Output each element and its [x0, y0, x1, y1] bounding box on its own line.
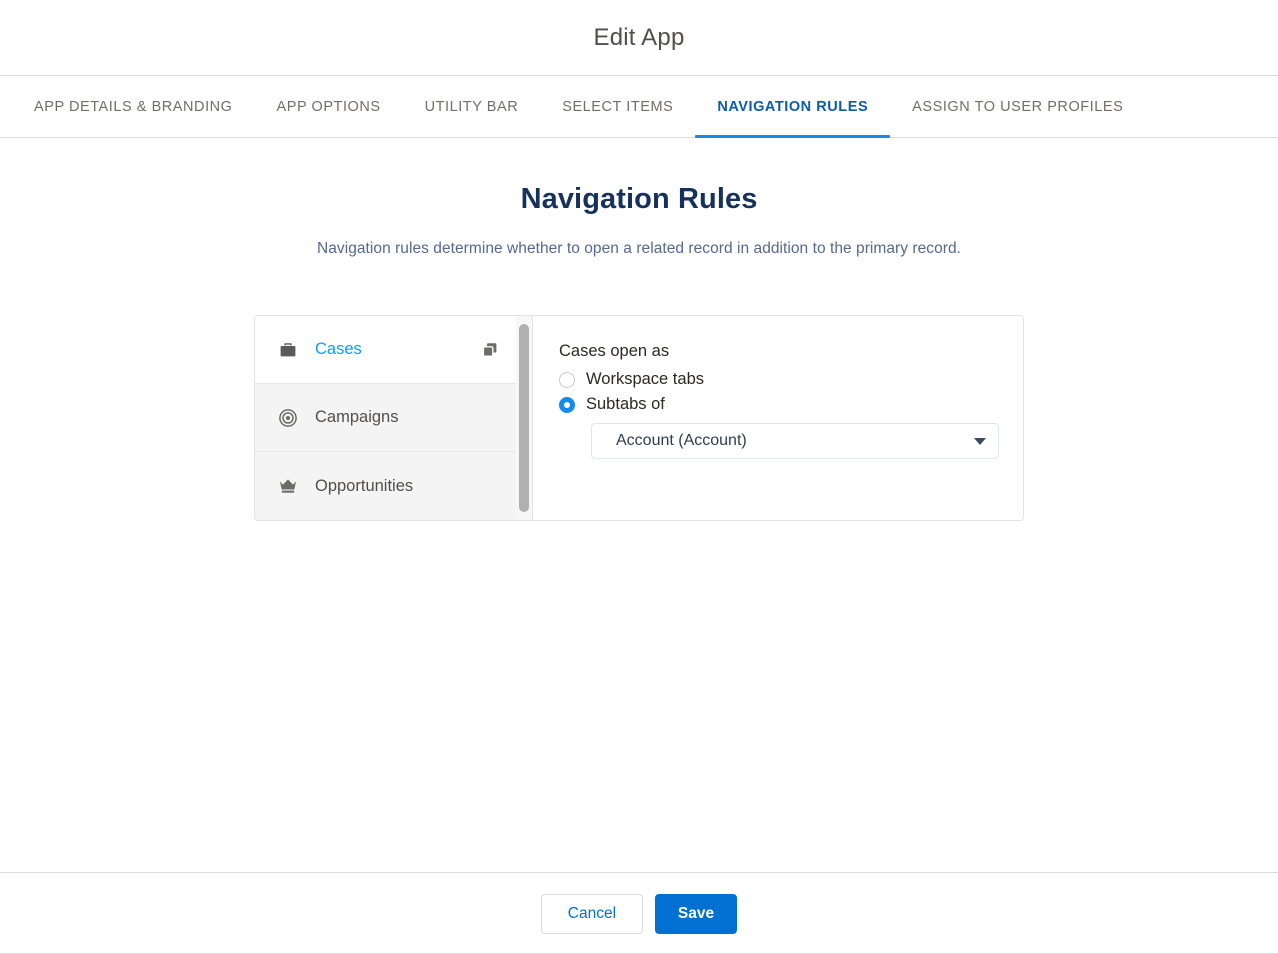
- chevron-down-icon: [974, 437, 986, 445]
- modal-body: Navigation Rules Navigation rules determ…: [0, 139, 1278, 872]
- radio-label: Workspace tabs: [586, 370, 704, 388]
- list-item-cases[interactable]: Cases: [255, 316, 516, 384]
- modal-footer: Cancel Save: [0, 872, 1278, 954]
- radio-mark-unchecked[interactable]: [559, 371, 575, 388]
- tab-app-details-branding[interactable]: APP DETAILS & BRANDING: [34, 76, 255, 137]
- tab-label: APP DETAILS & BRANDING: [34, 98, 233, 115]
- tab-utility-bar[interactable]: UTILITY BAR: [403, 76, 541, 137]
- tab-label: SELECT ITEMS: [562, 98, 674, 115]
- navigation-rules-panel: Cases Campaigns Opportunities Cases open…: [254, 315, 1024, 521]
- parent-object-select[interactable]: Account (Account): [591, 423, 999, 459]
- tab-app-options[interactable]: APP OPTIONS: [255, 76, 403, 137]
- tab-label: UTILITY BAR: [424, 98, 519, 115]
- tab-label: NAVIGATION RULES: [717, 98, 869, 115]
- parent-object-select-value: Account (Account): [616, 432, 747, 449]
- list-item-label: Cases: [315, 340, 362, 358]
- page-title: Edit App: [593, 23, 685, 51]
- object-list-container: Cases Campaigns Opportunities: [255, 316, 533, 520]
- tab-label: APP OPTIONS: [276, 98, 381, 115]
- target-icon: [277, 407, 299, 429]
- scrollbar-thumb[interactable]: [519, 324, 529, 512]
- object-list: Cases Campaigns Opportunities: [255, 316, 516, 520]
- save-button[interactable]: Save: [654, 893, 738, 934]
- rule-detail-pane: Cases open as Workspace tabs Subtabs of …: [533, 316, 1023, 520]
- briefcase-icon: [277, 339, 299, 361]
- radio-mark-checked[interactable]: [559, 396, 575, 413]
- list-item-label: Campaigns: [315, 408, 399, 426]
- copy-icon[interactable]: [480, 340, 500, 360]
- radio-label: Subtabs of: [586, 395, 665, 413]
- radio-subtabs-of[interactable]: Subtabs of: [559, 395, 999, 414]
- cancel-button[interactable]: Cancel: [540, 893, 643, 934]
- list-item-label: Opportunities: [315, 476, 414, 495]
- tab-assign-to-user-profiles[interactable]: ASSIGN TO USER PROFILES: [890, 76, 1145, 137]
- tab-label: ASSIGN TO USER PROFILES: [912, 98, 1124, 115]
- section-description: Navigation rules determine whether to op…: [317, 240, 961, 257]
- list-item-opportunities[interactable]: Opportunities: [255, 452, 516, 520]
- tab-bar: APP DETAILS & BRANDING APP OPTIONS UTILI…: [0, 76, 1278, 138]
- detail-heading: Cases open as: [559, 342, 670, 360]
- tab-select-items[interactable]: SELECT ITEMS: [540, 76, 695, 137]
- object-list-scrollbar[interactable]: [516, 316, 532, 520]
- radio-workspace-tabs[interactable]: Workspace tabs: [559, 370, 999, 389]
- list-item-campaigns[interactable]: Campaigns: [255, 384, 516, 452]
- crown-icon: [277, 475, 299, 497]
- modal-header: Edit App: [0, 0, 1278, 76]
- section-title: Navigation Rules: [520, 183, 758, 215]
- tab-navigation-rules[interactable]: NAVIGATION RULES: [695, 76, 891, 138]
